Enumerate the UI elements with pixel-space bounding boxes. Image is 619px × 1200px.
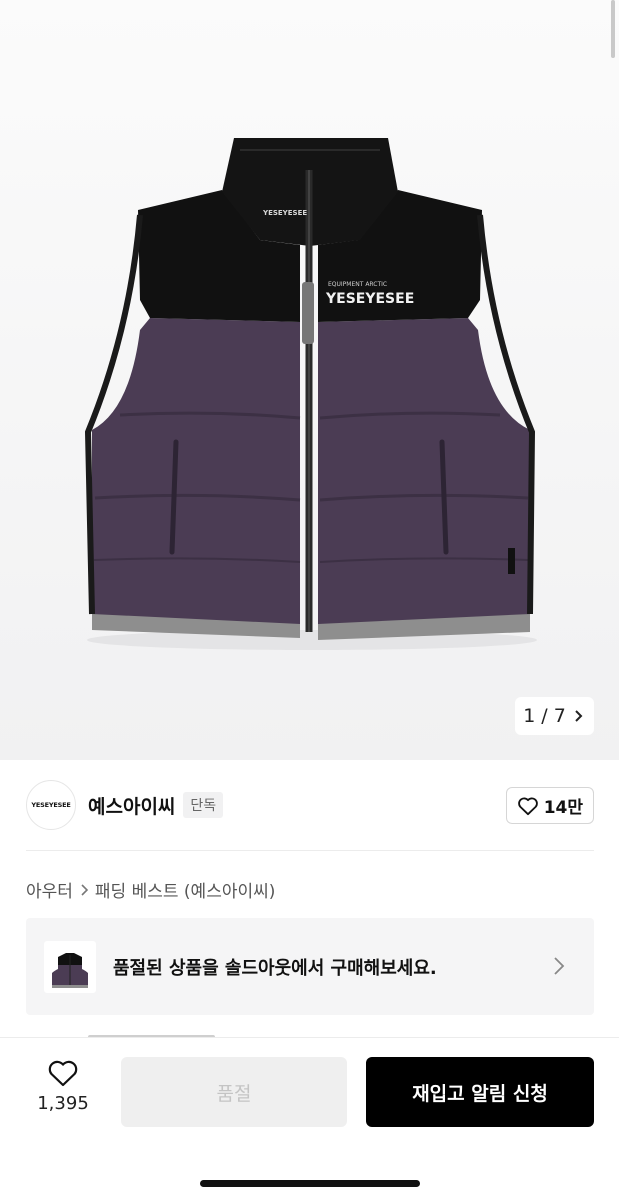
chevron-right-icon — [575, 710, 583, 722]
heart-icon — [48, 1060, 78, 1087]
brand-like-button[interactable]: 14만 — [505, 787, 594, 824]
wishlist-button[interactable]: 1,395 — [30, 1059, 96, 1114]
brand-logo[interactable]: YESEYESEE — [26, 780, 76, 830]
restock-alert-button[interactable]: 재입고 알림 신청 — [366, 1057, 594, 1127]
vest-small-logo: YESEYESEE — [262, 209, 307, 217]
vest-patch-main-text: YESEYESEE — [325, 291, 414, 307]
soldout-button[interactable]: 품절 — [121, 1057, 347, 1127]
home-indicator — [200, 1180, 420, 1187]
brand-row: YESEYESEE 예스아이씨 단독 14만 — [26, 779, 594, 831]
soldout-market-banner[interactable]: 품절된 상품을 솔드아웃에서 구매해보세요. — [26, 918, 594, 1015]
pager-separator: / — [541, 705, 548, 727]
heart-icon — [517, 797, 538, 815]
product-image-gallery[interactable]: YESEYESEE EQUIPMENT ARCTIC YESEYESEE 1 /… — [0, 0, 619, 760]
brand-logo-text: YESEYESEE — [31, 801, 71, 809]
pager-total: 7 — [553, 705, 566, 727]
divider — [26, 850, 594, 851]
scroll-indicator[interactable] — [611, 0, 615, 58]
vest-patch-top-text: EQUIPMENT ARCTIC — [328, 281, 387, 288]
breadcrumb-category[interactable]: 아우터 — [26, 877, 73, 902]
product-thumbnail — [44, 940, 96, 993]
chevron-right-icon — [554, 957, 565, 975]
wishlist-count: 1,395 — [37, 1093, 89, 1114]
exclusive-badge: 단독 — [183, 792, 224, 818]
banner-text: 품절된 상품을 솔드아웃에서 구매해보세요. — [113, 957, 437, 979]
brand-like-count: 14만 — [543, 798, 583, 818]
pager-current: 1 — [523, 705, 536, 727]
breadcrumb: 아우터 패딩 베스트 (예스아이씨) — [26, 877, 275, 902]
chevron-right-icon — [81, 883, 89, 896]
product-image-vest: YESEYESEE EQUIPMENT ARCTIC YESEYESEE — [84, 138, 537, 650]
brand-name-link[interactable]: 예스아이씨 — [88, 792, 175, 819]
image-pager-button[interactable]: 1 / 7 — [515, 697, 594, 735]
breadcrumb-subcategory[interactable]: 패딩 베스트 (예스아이씨) — [95, 877, 275, 902]
